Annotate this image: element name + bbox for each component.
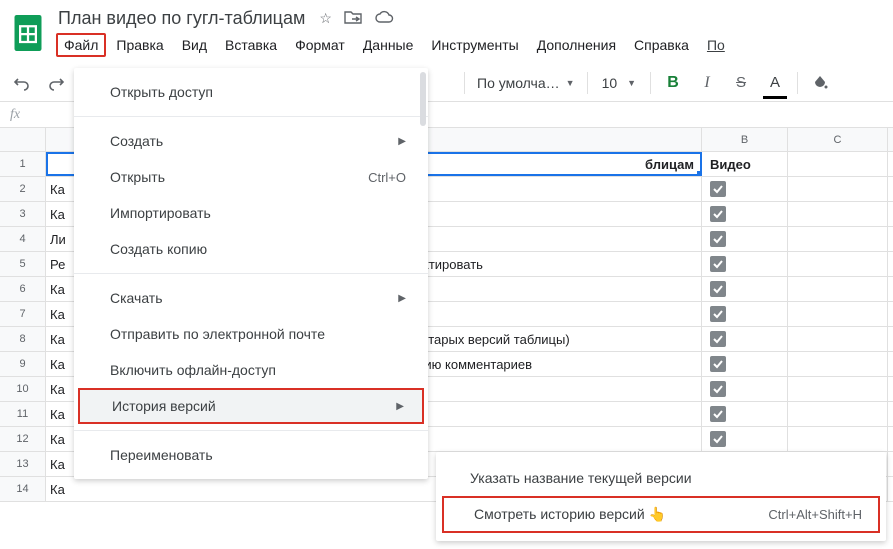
cell[interactable] [788, 177, 888, 201]
checkbox-icon[interactable] [710, 206, 726, 222]
row-header[interactable]: 4 [0, 227, 46, 251]
cell[interactable] [702, 402, 788, 426]
column-header-c[interactable]: C [788, 128, 888, 151]
cloud-icon[interactable] [374, 10, 394, 27]
doc-title[interactable]: План видео по гугл-таблицам [58, 8, 305, 29]
menu-offline[interactable]: Включить офлайн-доступ [74, 352, 428, 388]
sheets-logo[interactable] [8, 6, 48, 60]
cell[interactable] [788, 327, 888, 351]
cell[interactable] [702, 352, 788, 376]
menu-separator [74, 273, 428, 274]
row-header[interactable]: 8 [0, 327, 46, 351]
submenu-name-version[interactable]: Указать название текущей версии [436, 460, 886, 496]
row-header[interactable]: 12 [0, 427, 46, 451]
cursor-pointer-icon: 👆 [649, 506, 666, 522]
text-color-button[interactable]: A [761, 69, 789, 97]
cell[interactable] [702, 227, 788, 251]
font-family-select[interactable]: По умолча…▼ [473, 75, 579, 91]
submenu-arrow-icon: ▶ [398, 136, 406, 147]
cell[interactable] [788, 277, 888, 301]
menu-import[interactable]: Импортировать [74, 195, 428, 231]
row-header[interactable]: 3 [0, 202, 46, 226]
cell[interactable] [788, 152, 888, 176]
cell[interactable] [788, 352, 888, 376]
undo-button[interactable] [8, 69, 36, 97]
checkbox-icon[interactable] [710, 231, 726, 247]
row-header[interactable]: 9 [0, 352, 46, 376]
row-header[interactable]: 7 [0, 302, 46, 326]
row-header[interactable]: 5 [0, 252, 46, 276]
menu-tools[interactable]: Инструменты [423, 33, 526, 57]
cell[interactable] [702, 202, 788, 226]
menu-view[interactable]: Вид [174, 33, 215, 57]
cell[interactable] [788, 227, 888, 251]
menu-edit[interactable]: Правка [108, 33, 171, 57]
row-header[interactable]: 1 [0, 152, 46, 176]
column-header-b[interactable]: B [702, 128, 788, 151]
submenu-arrow-icon: ▶ [396, 401, 404, 412]
fill-color-button[interactable] [806, 69, 834, 97]
menu-email[interactable]: Отправить по электронной почте [74, 316, 428, 352]
checkbox-icon[interactable] [710, 431, 726, 447]
menu-help[interactable]: Справка [626, 33, 697, 57]
cell[interactable] [702, 177, 788, 201]
checkbox-icon[interactable] [710, 356, 726, 372]
cell[interactable] [788, 202, 888, 226]
cell[interactable] [788, 427, 888, 451]
menu-rename[interactable]: Переименовать [74, 437, 428, 473]
row-header[interactable]: 2 [0, 177, 46, 201]
menu-make-copy[interactable]: Создать копию [74, 231, 428, 267]
menu-open[interactable]: ОткрытьCtrl+O [74, 159, 428, 195]
menu-bar: Файл Правка Вид Вставка Формат Данные Ин… [52, 33, 733, 57]
strikethrough-button[interactable]: S [727, 69, 755, 97]
submenu-see-history[interactable]: Смотреть историю версий👆 Ctrl+Alt+Shift+… [442, 496, 880, 533]
submenu-arrow-icon: ▶ [398, 293, 406, 304]
italic-button[interactable]: I [693, 69, 721, 97]
menu-data[interactable]: Данные [355, 33, 422, 57]
menu-version-history[interactable]: История версий▶ [78, 388, 424, 424]
checkbox-icon[interactable] [710, 331, 726, 347]
checkbox-icon[interactable] [710, 181, 726, 197]
menu-insert[interactable]: Вставка [217, 33, 285, 57]
cell[interactable] [702, 252, 788, 276]
cell[interactable] [702, 302, 788, 326]
cell[interactable] [788, 302, 888, 326]
row-header[interactable]: 10 [0, 377, 46, 401]
menu-new[interactable]: Создать▶ [74, 123, 428, 159]
menu-addons[interactable]: Дополнения [529, 33, 624, 57]
menu-last-edit[interactable]: По [699, 33, 733, 57]
checkbox-icon[interactable] [710, 406, 726, 422]
checkbox-icon[interactable] [710, 381, 726, 397]
checkbox-icon[interactable] [710, 281, 726, 297]
bold-button[interactable]: B [659, 69, 687, 97]
file-menu-dropdown: Открыть доступ Создать▶ ОткрытьCtrl+O Им… [74, 68, 428, 479]
cell[interactable] [702, 377, 788, 401]
cell[interactable] [702, 327, 788, 351]
cell[interactable]: Видео [702, 152, 788, 176]
cell[interactable] [788, 377, 888, 401]
checkbox-icon[interactable] [710, 256, 726, 272]
font-size-select[interactable]: 10▼ [596, 75, 643, 91]
move-icon[interactable] [344, 10, 362, 27]
menu-file[interactable]: Файл [56, 33, 106, 57]
cell[interactable] [702, 277, 788, 301]
menu-separator [74, 430, 428, 431]
checkbox-icon[interactable] [710, 306, 726, 322]
menu-download[interactable]: Скачать▶ [74, 280, 428, 316]
redo-button[interactable] [42, 69, 70, 97]
row-header[interactable]: 6 [0, 277, 46, 301]
star-icon[interactable]: ☆ [319, 10, 332, 27]
version-history-submenu: Указать название текущей версии Смотреть… [436, 452, 886, 541]
row-header[interactable]: 11 [0, 402, 46, 426]
menu-format[interactable]: Формат [287, 33, 353, 57]
menu-share[interactable]: Открыть доступ [74, 74, 428, 110]
cell[interactable] [788, 252, 888, 276]
select-all-corner[interactable] [0, 128, 46, 151]
row-header[interactable]: 13 [0, 452, 46, 476]
cell[interactable] [702, 427, 788, 451]
row-header[interactable]: 14 [0, 477, 46, 501]
cell[interactable] [788, 402, 888, 426]
menu-separator [74, 116, 428, 117]
